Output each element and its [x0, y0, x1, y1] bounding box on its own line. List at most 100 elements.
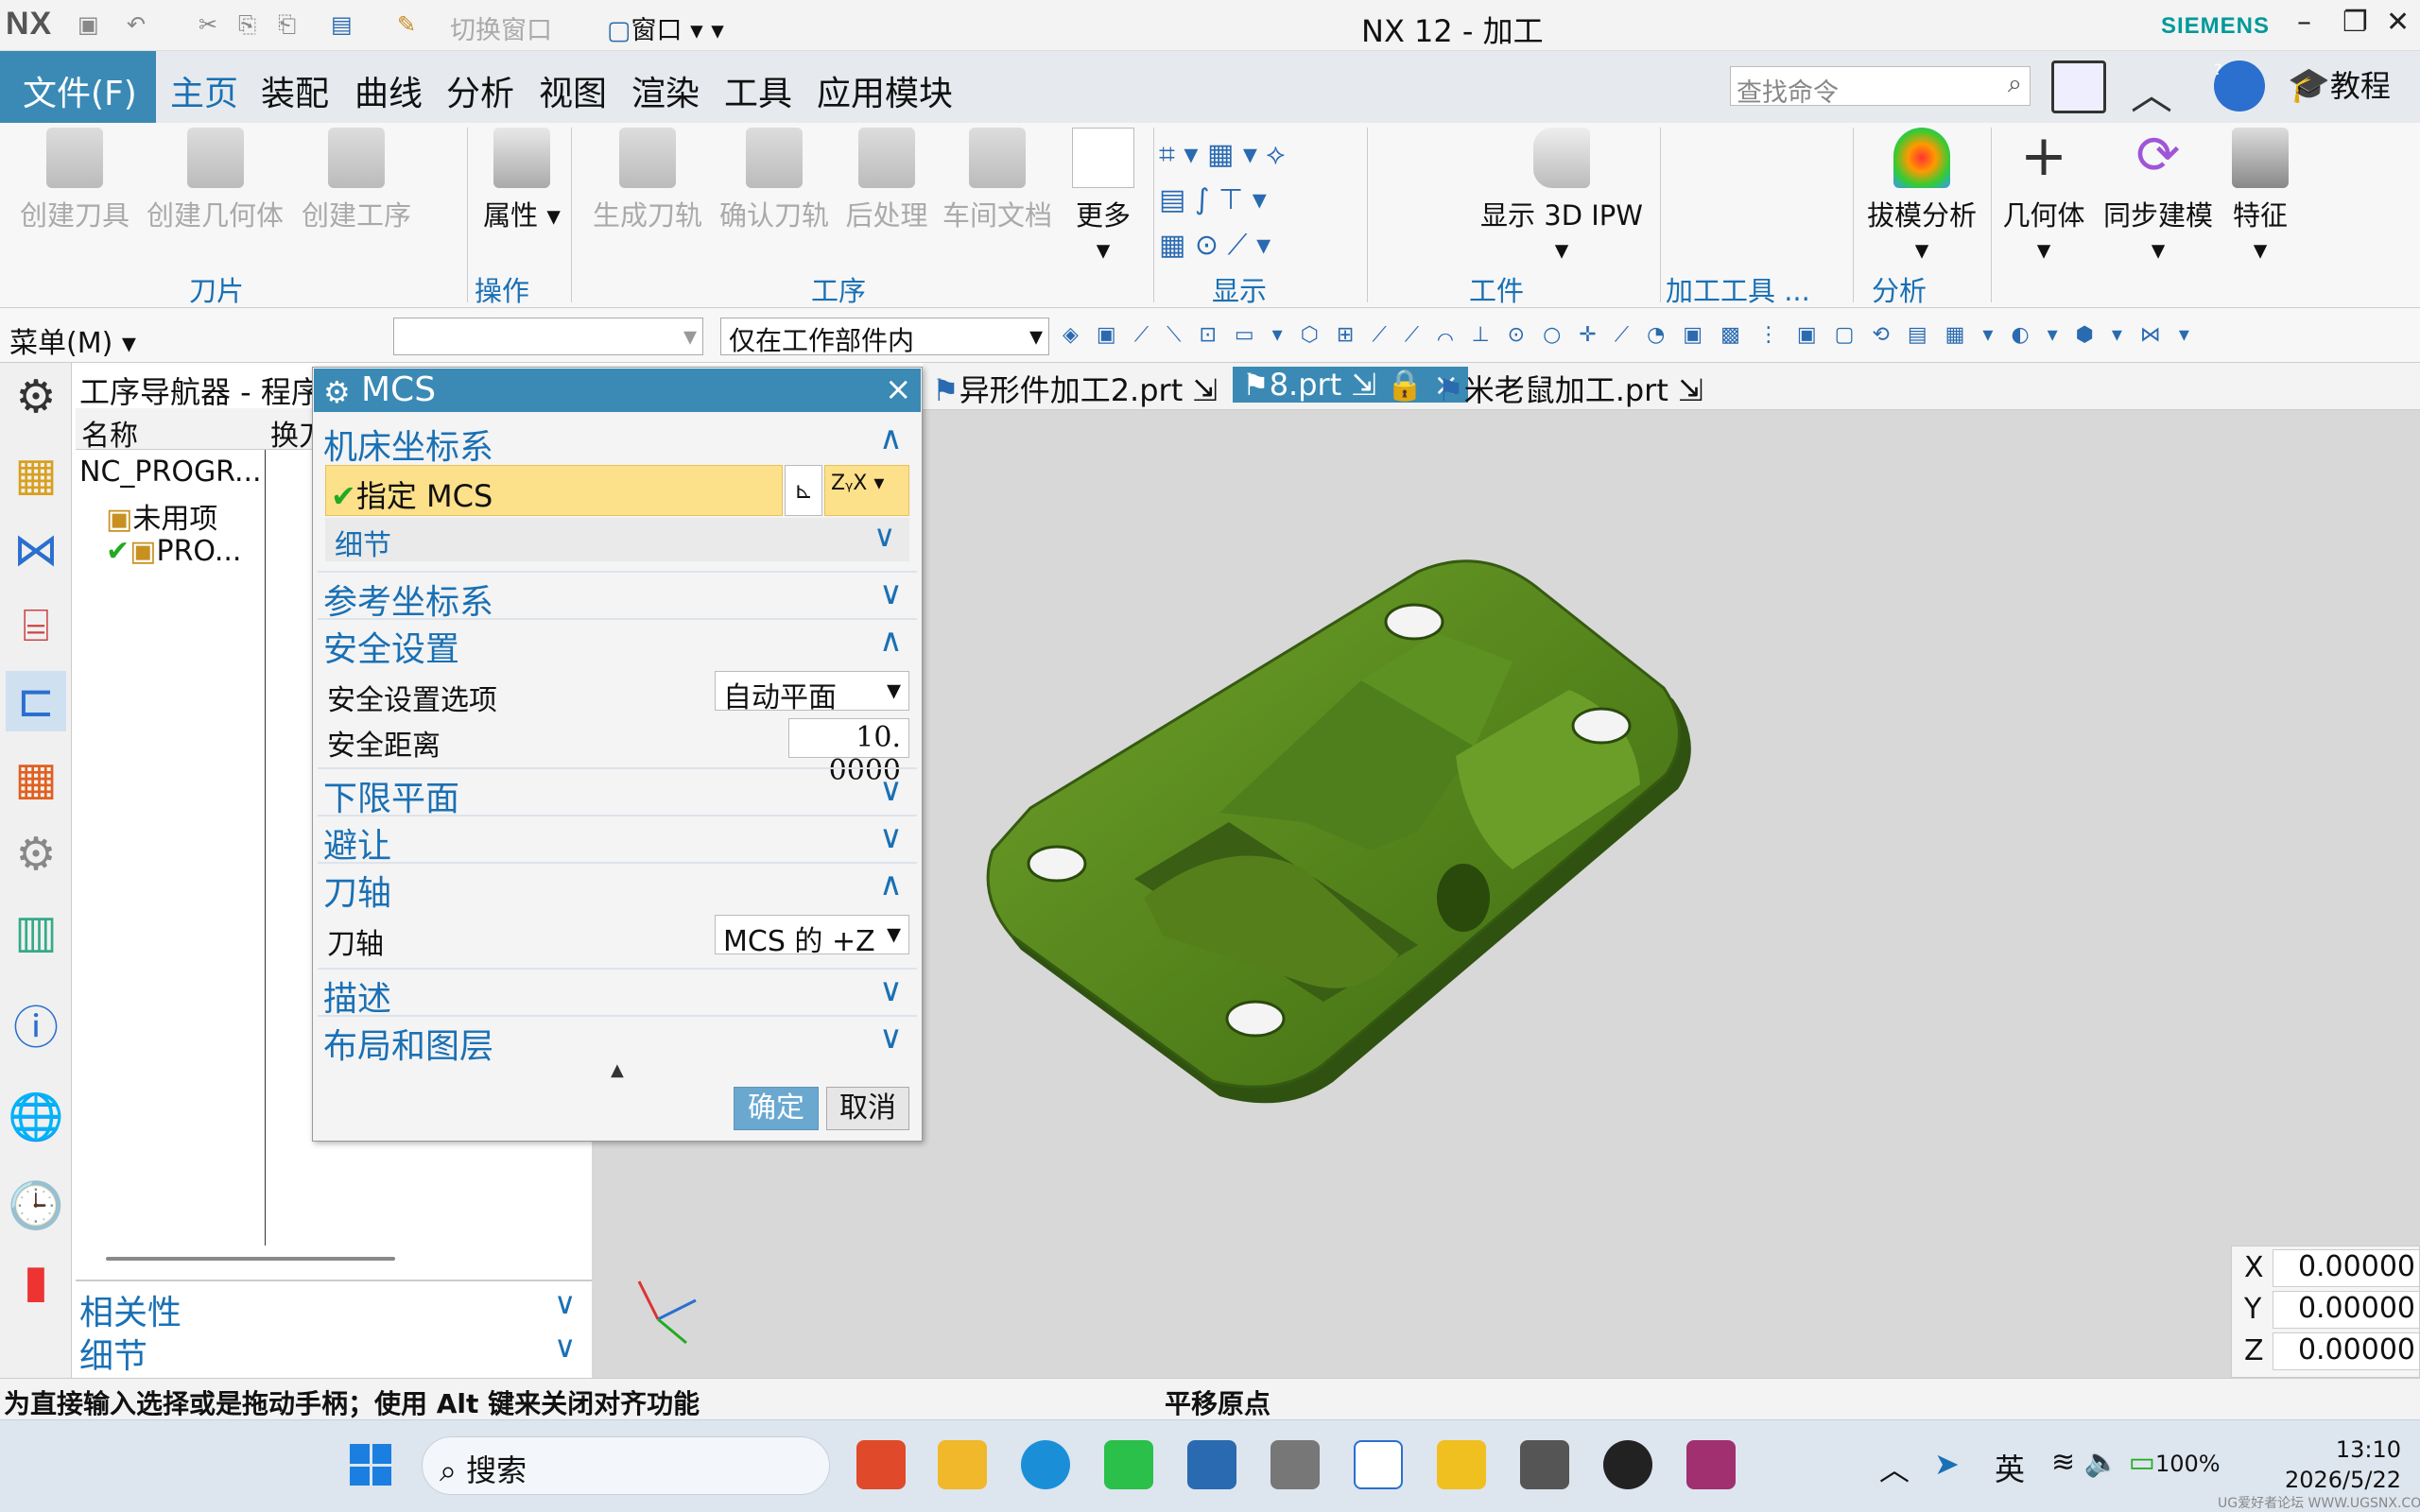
- tab-file-1[interactable]: ⚑异形件加工2.prt ⇲: [932, 367, 1218, 410]
- tray-icons[interactable]: ≋ 🔈 ▭100%: [2051, 1446, 2221, 1479]
- chevron-down-icon[interactable]: ∨: [879, 575, 903, 612]
- tab-view[interactable]: 视图: [539, 66, 607, 115]
- x-coordinate-input[interactable]: 0.00000: [2273, 1249, 2420, 1287]
- column-name[interactable]: 名称: [81, 412, 138, 454]
- chevron-down-icon[interactable]: ∨: [879, 818, 903, 856]
- more-button[interactable]: 更多 ▾: [1066, 128, 1140, 266]
- section-safety[interactable]: 安全设置: [323, 622, 459, 671]
- paste-icon[interactable]: ⎗: [278, 11, 296, 38]
- cancel-button[interactable]: 取消: [826, 1087, 909, 1130]
- chevron-down-icon[interactable]: ∨: [873, 518, 895, 554]
- command-search-input[interactable]: 查找命令 ⌕: [1730, 66, 2031, 108]
- chevron-up-icon[interactable]: ∧: [879, 622, 903, 660]
- assembly-navigator-icon[interactable]: ▦: [6, 444, 66, 505]
- qq-icon[interactable]: [1603, 1440, 1652, 1489]
- app-icon[interactable]: [1270, 1440, 1320, 1489]
- type-filter-select[interactable]: ▾: [393, 318, 703, 355]
- tab-render[interactable]: 渲染: [631, 66, 700, 115]
- chevron-up-icon[interactable]: ︿: [1879, 1446, 1910, 1489]
- chevron-down-icon[interactable]: ∨: [879, 971, 903, 1009]
- section-reference-cs[interactable]: 参考坐标系: [323, 575, 493, 624]
- start-icon[interactable]: [350, 1444, 391, 1486]
- verify-toolpath-button[interactable]: 确认刀轨: [713, 128, 836, 233]
- store-icon[interactable]: [856, 1440, 906, 1489]
- tree-row-unused[interactable]: ▣未用项: [106, 495, 217, 537]
- tab-curve[interactable]: 曲线: [354, 66, 423, 115]
- chevron-up-icon[interactable]: ∧: [879, 420, 903, 457]
- minimize-button[interactable]: –: [2297, 6, 2311, 39]
- location-icon[interactable]: ➤: [1934, 1446, 1960, 1482]
- baidu-icon[interactable]: [1354, 1440, 1403, 1489]
- palette-icon[interactable]: ▮: [6, 1251, 66, 1312]
- file-menu[interactable]: 文件(F): [0, 51, 156, 123]
- operation-navigator-icon[interactable]: ⊏: [6, 671, 66, 731]
- geometry-body-button[interactable]: + 几何体 ▾: [1995, 128, 2093, 266]
- properties-button[interactable]: 属性 ▾: [473, 128, 571, 233]
- fullscreen-icon[interactable]: [2051, 60, 2106, 113]
- sync-modeling-button[interactable]: ⟳ 同步建模 ▾: [2097, 128, 2220, 266]
- window-menu[interactable]: ▢窗口 ▾ ▾: [607, 9, 724, 46]
- file-explorer-icon[interactable]: [938, 1440, 987, 1489]
- ok-button[interactable]: 确定: [734, 1087, 819, 1130]
- z-coordinate-input[interactable]: 0.00000: [2273, 1332, 2420, 1370]
- clock-date[interactable]: 2026/5/22: [2269, 1467, 2401, 1493]
- switch-window-button[interactable]: 切换窗口: [450, 9, 552, 46]
- scope-select[interactable]: 仅在工作部件内 ▾: [720, 318, 1049, 356]
- safety-distance-input[interactable]: 10. 0000: [788, 718, 909, 787]
- chevron-down-icon[interactable]: ∨: [554, 1285, 576, 1321]
- undo-icon[interactable]: ↶: [127, 11, 146, 38]
- draft-analysis-button[interactable]: 拔模分析 ▾: [1860, 128, 1983, 266]
- winrar-icon[interactable]: [1686, 1440, 1736, 1489]
- chevron-down-icon[interactable]: ∨: [879, 771, 903, 809]
- tab-application[interactable]: 应用模块: [817, 66, 953, 115]
- clock-time[interactable]: 13:10: [2322, 1436, 2401, 1463]
- calculator-icon[interactable]: [1520, 1440, 1569, 1489]
- tab-assembly[interactable]: 装配: [261, 66, 329, 115]
- machine-tool-navigator-icon[interactable]: ▦: [6, 748, 66, 809]
- tab-file-3[interactable]: ⚑米老鼠加工.prt ⇲: [1437, 367, 1703, 410]
- chevron-up-icon[interactable]: ∧: [879, 866, 903, 903]
- tab-home[interactable]: 主页: [170, 66, 238, 115]
- safety-option-select[interactable]: 自动平面 ▾: [715, 671, 909, 714]
- display-tools[interactable]: ⌗ ▾ ▦ ▾ ⟡ ▤ ∫ ⊤ ▾ ▦ ⊙ ⟋ ▾: [1159, 132, 1348, 265]
- part-navigator-icon[interactable]: ⌸: [6, 595, 66, 656]
- web-browser-icon[interactable]: 🌐: [6, 1087, 66, 1147]
- postprocess-button[interactable]: 后处理: [838, 128, 936, 233]
- tree-row-program[interactable]: ✔▣PRO...: [106, 535, 241, 568]
- nx-taskbar-icon[interactable]: [1437, 1440, 1486, 1489]
- help-icon[interactable]: ?: [2214, 60, 2265, 112]
- csys-type-dropdown[interactable]: ZᵧX ▾: [824, 465, 909, 516]
- details-section[interactable]: 细节: [79, 1329, 147, 1378]
- tab-analysis[interactable]: 分析: [446, 66, 514, 115]
- feature-button[interactable]: 特征 ▾: [2223, 128, 2297, 266]
- show-3d-ipw-button[interactable]: 显示 3D IPW ▾: [1477, 128, 1647, 266]
- csys-dialog-icon[interactable]: ⊾: [785, 465, 822, 516]
- gear-icon[interactable]: ⚙: [6, 367, 66, 427]
- machining-feature-icon[interactable]: ⚙: [6, 824, 66, 885]
- section-machine-cs[interactable]: 机床坐标系: [323, 420, 493, 469]
- tutorial-button[interactable]: 🎓教程: [2288, 62, 2391, 106]
- horizontal-scrollbar[interactable]: [106, 1257, 395, 1261]
- tree-row-nc-program[interactable]: NC_PROGR...: [79, 455, 262, 489]
- tab-file-2[interactable]: ⚑8.prt ⇲ 🔒 ×: [1233, 367, 1469, 403]
- taskbar-search[interactable]: ⌕ 搜索: [422, 1436, 830, 1495]
- chevron-down-icon[interactable]: ∨: [554, 1329, 576, 1365]
- tool-axis-select[interactable]: MCS 的 +Z ▾: [715, 915, 909, 958]
- dependencies-section[interactable]: 相关性: [79, 1285, 182, 1334]
- wechat-icon[interactable]: [1104, 1440, 1153, 1489]
- section-lower-plane[interactable]: 下限平面: [323, 771, 459, 820]
- brush-icon[interactable]: ✎: [397, 11, 416, 38]
- dialog-close-icon[interactable]: ×: [885, 370, 912, 408]
- create-geometry-button[interactable]: 创建几何体: [142, 128, 288, 233]
- collapse-ribbon-icon[interactable]: ︿: [2131, 60, 2172, 121]
- specify-mcs[interactable]: ✔指定 MCS: [331, 472, 493, 516]
- generate-toolpath-button[interactable]: 生成刀轨: [586, 128, 709, 233]
- save-icon[interactable]: ▣: [78, 11, 99, 38]
- copy-icon[interactable]: ⎘: [238, 11, 256, 38]
- notes-icon[interactable]: [1187, 1440, 1236, 1489]
- edge-icon[interactable]: [1021, 1440, 1070, 1489]
- collapse-all-icon[interactable]: ▲: [611, 1060, 624, 1080]
- create-tool-button[interactable]: 创建刀具: [13, 128, 136, 233]
- snap-icons[interactable]: ◈ ▣ ⟋ ⟍ ⊡ ▭ ▾ ⬡ ⊞ ⟋ ⟋ ⌒ ⊥ ⊙ ○ ✛ ⟋ ◔ ▣ ▩ …: [1063, 323, 2195, 347]
- details-subsection[interactable]: 细节: [335, 522, 391, 563]
